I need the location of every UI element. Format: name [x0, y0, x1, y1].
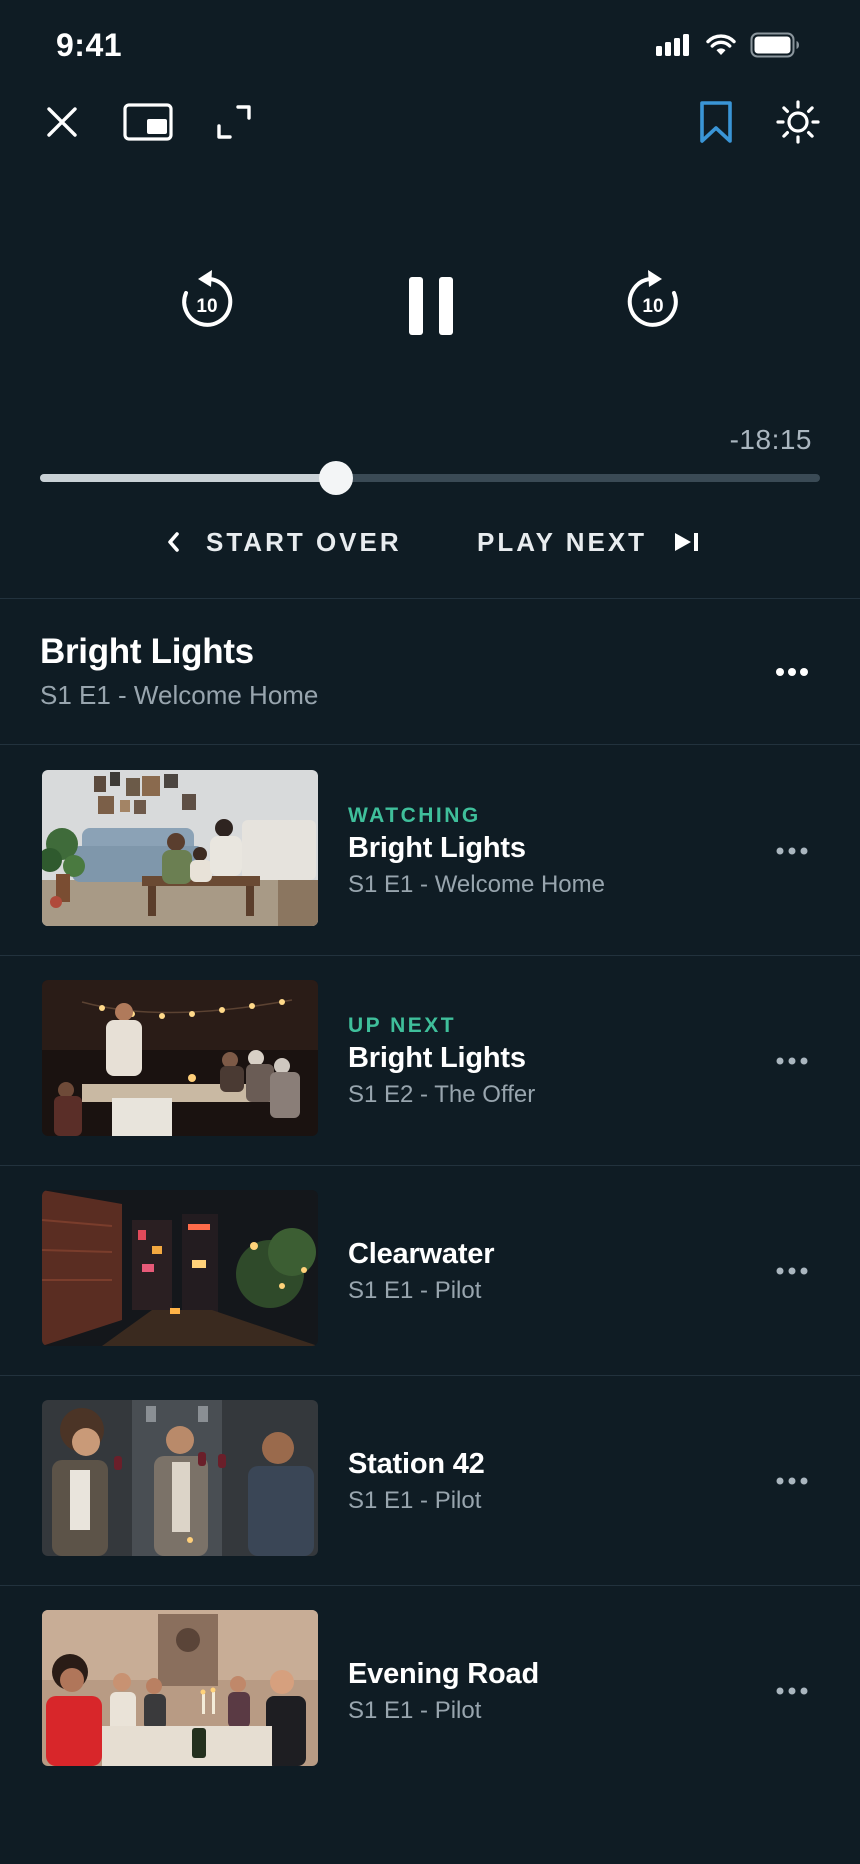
- fullscreen-button[interactable]: [204, 92, 264, 152]
- episode-status-badge: UP NEXT: [348, 1013, 457, 1037]
- episode-row-evening-road[interactable]: Evening Road S1 E1 - Pilot: [0, 1586, 860, 1796]
- divider: [0, 598, 860, 599]
- rewind-icon: 10: [182, 270, 233, 327]
- episode-info: UP NEXT Bright Lights S1 E2 - The Offer: [348, 956, 535, 1166]
- skip-next-icon: [675, 533, 699, 551]
- now-playing-subtitle: S1 E1 - Welcome Home: [40, 680, 319, 710]
- forward-seconds-label: 10: [642, 296, 663, 317]
- cellular-signal-icon: [656, 34, 689, 56]
- status-bar: 9:41: [0, 0, 860, 92]
- episode-more-button[interactable]: [762, 1669, 822, 1713]
- progress-scrubber[interactable]: [40, 461, 820, 495]
- now-playing-more-button[interactable]: [762, 650, 822, 694]
- rewind-seconds-label: 10: [196, 296, 217, 317]
- episode-title: Evening Road: [348, 1657, 539, 1690]
- episode-title: Bright Lights: [348, 831, 526, 864]
- episode-row-clearwater[interactable]: Clearwater S1 E1 - Pilot: [0, 1166, 860, 1376]
- pause-button[interactable]: [392, 262, 470, 350]
- now-playing-title: Bright Lights: [40, 632, 254, 671]
- fast-forward-icon: 10: [627, 270, 678, 327]
- episode-title: Station 42: [348, 1447, 485, 1480]
- episode-row-station-42[interactable]: Station 42 S1 E1 - Pilot: [0, 1376, 860, 1586]
- episode-row-bright-lights-e2[interactable]: UP NEXT Bright Lights S1 E2 - The Offer: [0, 956, 860, 1166]
- more-icon: [776, 668, 808, 676]
- close-icon: [47, 107, 77, 137]
- play-next-label: PLAY NEXT: [477, 526, 648, 557]
- episode-info: Evening Road S1 E1 - Pilot: [348, 1586, 539, 1796]
- start-over-label: START OVER: [206, 526, 402, 557]
- episode-subtitle: S1 E1 - Pilot: [348, 1696, 482, 1724]
- rewind-10-button[interactable]: 10: [170, 266, 242, 338]
- status-time: 9:41: [56, 27, 123, 63]
- more-icon: [776, 1687, 808, 1695]
- episode-subtitle: S1 E1 - Pilot: [348, 1276, 482, 1304]
- living-room-family-image: [42, 770, 318, 926]
- scrubber-progress: [40, 474, 337, 482]
- scrubber-thumb[interactable]: [319, 461, 354, 495]
- picture-in-picture-button[interactable]: [118, 92, 178, 152]
- bookmark-icon: [700, 101, 732, 143]
- display-settings-button[interactable]: [768, 92, 828, 152]
- more-icon: [776, 1057, 808, 1065]
- friends-toast-image: [42, 1400, 318, 1556]
- episode-more-button[interactable]: [762, 1039, 822, 1083]
- episode-thumbnail: [42, 980, 318, 1136]
- close-button[interactable]: [32, 92, 92, 152]
- episode-info: Clearwater S1 E1 - Pilot: [348, 1166, 495, 1376]
- episode-subtitle: S1 E1 - Pilot: [348, 1486, 482, 1514]
- episode-thumbnail: [42, 1190, 318, 1346]
- start-over-button[interactable]: START OVER: [166, 522, 402, 562]
- status-icons: [656, 32, 800, 58]
- chevron-left-icon: [168, 532, 179, 552]
- episode-subtitle: S1 E2 - The Offer: [348, 1080, 536, 1108]
- pause-icon: [409, 277, 453, 335]
- dinner-party-night-image: [42, 980, 318, 1136]
- episode-more-button[interactable]: [762, 1249, 822, 1293]
- picture-in-picture-icon: [123, 103, 173, 141]
- episode-title: Bright Lights: [348, 1041, 526, 1074]
- battery-icon: [750, 32, 799, 58]
- brightness-icon: [776, 100, 820, 144]
- episode-more-button[interactable]: [762, 1459, 822, 1503]
- more-icon: [776, 847, 808, 855]
- bookmark-button[interactable]: [686, 92, 746, 152]
- time-remaining: -18:15: [729, 424, 812, 455]
- play-next-button[interactable]: PLAY NEXT: [477, 522, 701, 562]
- forward-10-button[interactable]: 10: [618, 266, 690, 338]
- video-player-screen: 9:41 10 10 -18:15 START OVER PLAY NEXT B…: [0, 0, 860, 1864]
- episode-thumbnail: [42, 1610, 318, 1766]
- episode-row-bright-lights-e1[interactable]: WATCHING Bright Lights S1 E1 - Welcome H…: [0, 746, 860, 956]
- divider: [0, 744, 860, 745]
- city-street-night-image: [42, 1190, 318, 1346]
- episode-thumbnail: [42, 1400, 318, 1556]
- expand-icon: [217, 105, 251, 139]
- dinner-celebration-image: [42, 1610, 318, 1766]
- more-icon: [776, 1267, 808, 1275]
- more-icon: [776, 1477, 808, 1485]
- episode-more-button[interactable]: [762, 829, 822, 873]
- episode-title: Clearwater: [348, 1237, 495, 1270]
- episode-thumbnail: [42, 770, 318, 926]
- episode-info: Station 42 S1 E1 - Pilot: [348, 1376, 485, 1586]
- wifi-icon: [706, 34, 736, 55]
- episode-status-badge: WATCHING: [348, 803, 481, 827]
- episode-subtitle: S1 E1 - Welcome Home: [348, 870, 605, 898]
- episode-info: WATCHING Bright Lights S1 E1 - Welcome H…: [348, 746, 605, 956]
